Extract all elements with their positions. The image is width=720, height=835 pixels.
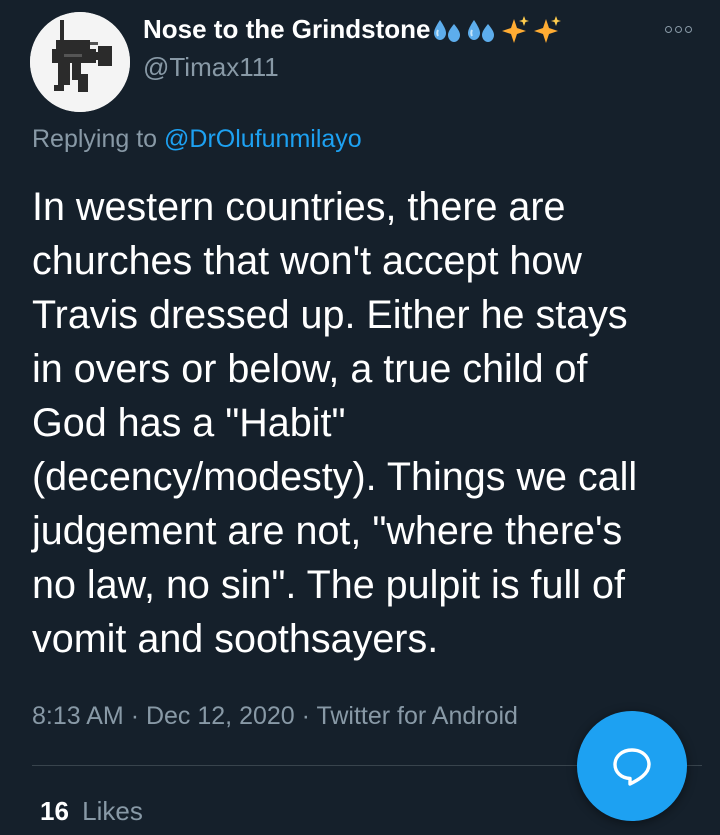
display-name-text: Nose to the Grindstone [143,14,431,44]
meta-separator: · [130,702,140,730]
more-options-icon[interactable] [665,26,692,33]
likes-count: 16 [40,796,69,826]
more-dot [675,26,682,33]
compose-reply-button[interactable] [577,711,687,821]
more-dot [685,26,692,33]
sweat-droplets-icon [434,19,461,42]
likes-link[interactable]: 16 Likes [40,796,143,827]
tweet-time[interactable]: 8:13 AM [32,702,124,730]
replying-prefix: Replying to [32,125,158,153]
tweet-body: In western countries, there are churches… [32,185,638,661]
rifle-avatar-image [30,12,130,112]
tweet-header: Nose to the Grindstone @Timax111 [0,0,720,120]
compose-reply-icon [613,748,651,786]
likes-label: Likes [82,796,143,826]
sparkles-icon [502,15,530,43]
user-handle[interactable]: @Timax111 [143,52,279,83]
name-emojis [432,15,564,45]
tweet-source[interactable]: Twitter for Android [316,702,517,730]
avatar[interactable] [30,12,130,112]
sweat-droplets-icon [468,19,495,42]
meta-separator: · [301,702,310,730]
more-dot [665,26,672,33]
replying-to: Replying to @DrOlufunmilayo [32,125,362,154]
reply-mention-link[interactable]: @DrOlufunmilayo [164,125,362,153]
display-name[interactable]: Nose to the Grindstone [143,14,564,45]
tweet-metadata: 8:13 AM · Dec 12, 2020 · Twitter for And… [32,702,518,731]
sparkles-icon [534,15,562,43]
tweet-date[interactable]: Dec 12, 2020 [146,702,295,730]
